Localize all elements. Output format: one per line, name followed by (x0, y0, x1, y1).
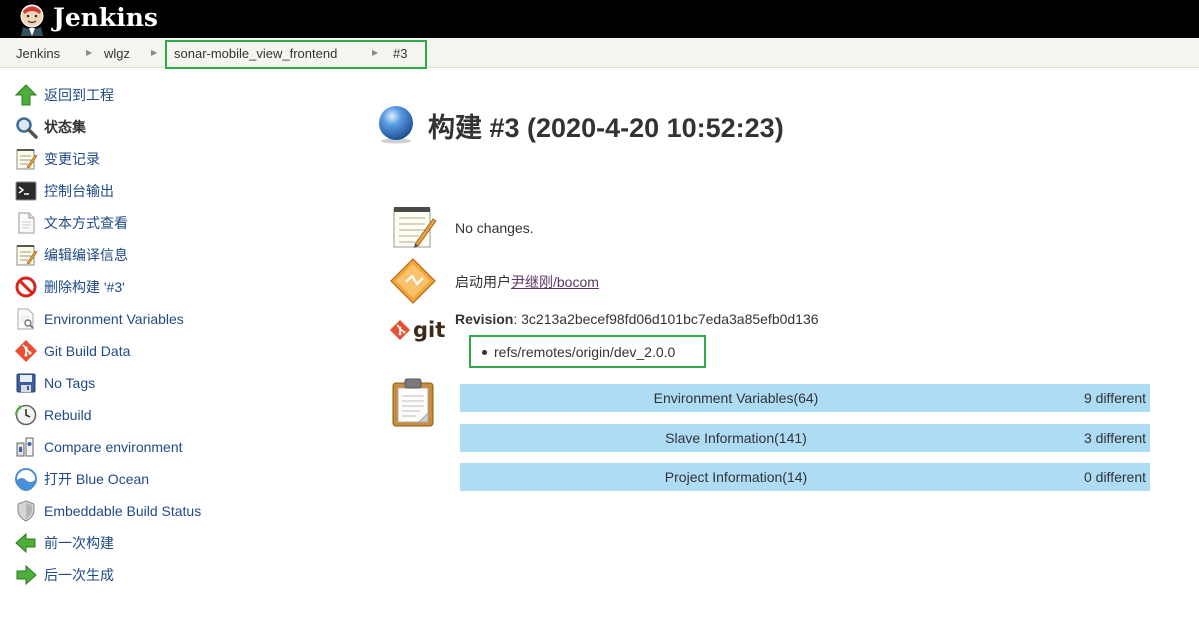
task-label: 状态集 (44, 119, 86, 135)
no-changes-text: No changes. (455, 220, 534, 236)
page-title: 构建 #3 (2020-4-20 10:52:23) (428, 113, 784, 143)
up-arrow-icon (14, 84, 38, 106)
task-label: Rebuild (44, 407, 92, 423)
task-label: 控制台输出 (44, 183, 114, 199)
started-by-text: 启动用户尹继刚/bocom (455, 272, 599, 292)
jenkins-brand-title[interactable]: Jenkins (53, 2, 158, 34)
floppy-icon (16, 373, 36, 393)
document-icon (18, 212, 35, 234)
task-rebuild[interactable]: Rebuild (14, 403, 91, 427)
task-label: 删除构建 '#3' (44, 279, 125, 295)
env-diff-count: 9 different (1083, 390, 1146, 406)
env-diff-row-slave-information[interactable]: Slave Information(141) 3 different (460, 424, 1150, 452)
blue-ocean-icon (15, 468, 37, 491)
breadcrumb-arrow-icon: ▶ (151, 48, 158, 57)
task-delete-build[interactable]: 删除构建 '#3' (14, 275, 125, 299)
shield-icon (17, 500, 35, 522)
revision-separator: : (513, 311, 522, 327)
git-icon (15, 340, 37, 362)
task-git-build-data[interactable]: Git Build Data (14, 339, 130, 363)
task-label: Environment Variables (44, 311, 184, 327)
task-view-as-text[interactable]: 文本方式查看 (14, 211, 128, 235)
task-label: 编辑编译信息 (44, 247, 128, 263)
task-no-tags[interactable]: No Tags (14, 371, 95, 395)
task-open-blue-ocean[interactable]: 打开 Blue Ocean (14, 467, 149, 491)
revision-label: Revision (455, 311, 514, 327)
task-next-build[interactable]: 后一次生成 (14, 563, 114, 587)
notepad-edit-icon (16, 245, 38, 266)
task-status[interactable]: 状态集 (14, 115, 86, 139)
started-by-user-icon (390, 258, 436, 304)
task-label: 文本方式查看 (44, 215, 128, 231)
highlight-box-breadcrumb (165, 40, 427, 69)
task-label: 前一次构建 (44, 535, 114, 551)
task-changes[interactable]: 变更记录 (14, 147, 100, 171)
env-diff-row-environment-variables[interactable]: Environment Variables(64) 9 different (460, 384, 1150, 412)
clipboard-icon (392, 378, 434, 427)
task-label: Compare environment (44, 439, 183, 455)
magnifier-icon (16, 117, 38, 139)
build-status-blue-orb-icon (379, 106, 413, 144)
task-compare-environment[interactable]: Compare environment (14, 435, 183, 459)
task-previous-build[interactable]: 前一次构建 (14, 531, 114, 555)
no-entry-icon (15, 276, 37, 298)
task-label: 返回到工程 (44, 87, 114, 103)
compare-icon (16, 437, 34, 457)
started-by-user-link[interactable]: 尹继刚/bocom (511, 274, 599, 290)
revision-hash: 3c213a2becef98fd06d101bc7eda3a85efb0d136 (521, 311, 819, 327)
highlight-box-branch (469, 335, 706, 368)
jenkins-butler-logo[interactable] (15, 2, 49, 36)
breadcrumb-item-wlgz[interactable]: wlgz (104, 46, 130, 61)
top-header: Jenkins (0, 0, 1199, 38)
changes-notepad-icon (393, 207, 437, 248)
task-back-to-project[interactable]: 返回到工程 (14, 83, 114, 107)
env-diff-count: 0 different (1083, 469, 1146, 485)
git-logo-text: git (413, 318, 446, 342)
clock-icon (15, 404, 37, 426)
task-label: No Tags (44, 375, 96, 391)
task-embeddable-build-status[interactable]: Embeddable Build Status (14, 499, 201, 523)
env-diff-name: Environment Variables(64) (653, 390, 819, 406)
task-edit-build-info[interactable]: 编辑编译信息 (14, 243, 128, 267)
task-environment-variables[interactable]: Environment Variables (14, 307, 184, 331)
env-diff-name: Slave Information(141) (665, 430, 807, 446)
breadcrumb-item-jenkins[interactable]: Jenkins (16, 46, 60, 61)
revision-line: Revision: 3c213a2becef98fd06d101bc7eda3a… (455, 311, 819, 327)
right-arrow-icon (16, 564, 37, 586)
env-diff-name: Project Information(14) (664, 469, 808, 485)
task-label: 打开 Blue Ocean (44, 471, 150, 487)
task-console-output[interactable]: 控制台输出 (14, 179, 114, 203)
env-diff-row-project-information[interactable]: Project Information(14) 0 different (460, 463, 1150, 491)
task-label: 变更记录 (44, 151, 100, 167)
document-search-icon (17, 308, 34, 330)
left-arrow-icon (15, 532, 36, 554)
env-diff-count: 3 different (1083, 430, 1146, 446)
task-label: Git Build Data (44, 343, 131, 359)
started-by-prefix: 启动用户 (455, 274, 511, 290)
notepad-icon (16, 149, 38, 170)
terminal-icon (15, 181, 37, 201)
task-label: Embeddable Build Status (44, 503, 202, 519)
task-label: 后一次生成 (44, 567, 114, 583)
breadcrumb-arrow-icon: ▶ (86, 48, 93, 57)
